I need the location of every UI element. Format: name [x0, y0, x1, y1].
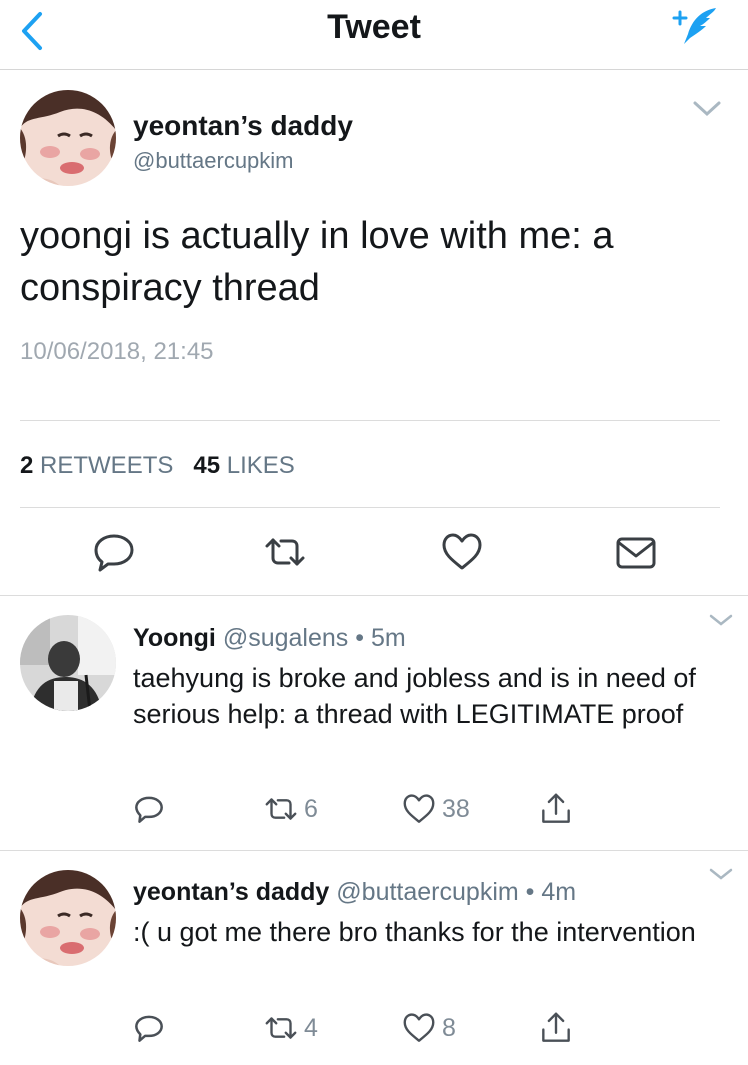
- share-icon[interactable]: [537, 789, 575, 829]
- reply-icon[interactable]: [90, 528, 138, 576]
- reply-time: 5m: [370, 624, 406, 652]
- retweet-count[interactable]: 2: [20, 452, 33, 479]
- retweet-button[interactable]: 6: [262, 789, 318, 829]
- like-icon: [403, 794, 435, 823]
- like-count: 8: [442, 1013, 456, 1042]
- author-name[interactable]: yeontan’s daddy: [133, 878, 329, 906]
- chevron-down-icon[interactable]: [706, 866, 736, 884]
- retweet-icon: [265, 1017, 297, 1039]
- avatar[interactable]: [20, 615, 116, 711]
- divider: [0, 595, 748, 596]
- avatar[interactable]: [20, 90, 116, 186]
- chevron-down-icon[interactable]: [692, 100, 722, 118]
- divider: [20, 507, 720, 508]
- retweet-label[interactable]: RETWEETS: [40, 452, 173, 479]
- compose-tweet-icon[interactable]: [666, 4, 722, 48]
- author-handle[interactable]: @sugalens: [223, 624, 348, 652]
- message-icon[interactable]: [612, 528, 660, 576]
- like-label[interactable]: LIKES: [227, 452, 295, 479]
- avatar[interactable]: [20, 870, 116, 966]
- page-title: Tweet: [327, 8, 421, 46]
- like-icon[interactable]: [438, 528, 486, 576]
- author-handle[interactable]: @buttaercupkim: [133, 148, 294, 174]
- retweet-icon: [265, 798, 297, 820]
- reply-header: Yoongi @sugalens • 5m: [133, 624, 406, 652]
- author-name[interactable]: yeontan’s daddy: [133, 110, 353, 142]
- retweet-count: 4: [304, 1013, 318, 1042]
- reply-text: taehyung is broke and jobless and is in …: [133, 663, 696, 729]
- retweet-button[interactable]: 4: [262, 1008, 318, 1048]
- reply-text: :( u got me there bro thanks for the int…: [133, 917, 696, 947]
- reply-header: yeontan’s daddy @buttaercupkim • 4m: [133, 878, 577, 906]
- retweet-count: 6: [304, 794, 318, 823]
- share-icon[interactable]: [537, 1008, 575, 1048]
- like-button[interactable]: 38: [400, 789, 470, 829]
- chevron-down-icon[interactable]: [706, 612, 736, 630]
- author-handle[interactable]: @buttaercupkim: [336, 878, 518, 906]
- like-count: 38: [442, 794, 470, 823]
- tweet-timestamp: 10/06/2018, 21:45: [20, 338, 214, 365]
- reply-icon[interactable]: [130, 789, 168, 829]
- engagement-stats: 2 RETWEETS 45 LIKES: [20, 452, 295, 480]
- divider: [0, 850, 748, 851]
- retweet-icon[interactable]: [261, 528, 309, 576]
- reply-icon[interactable]: [130, 1008, 168, 1048]
- like-count[interactable]: 45: [193, 452, 220, 479]
- divider: [20, 420, 720, 421]
- author-name[interactable]: Yoongi: [133, 624, 216, 652]
- like-icon: [403, 1013, 435, 1042]
- reply-time: 4m: [541, 878, 577, 906]
- tweet-text: yoongi is actually in love with me: a co…: [20, 215, 614, 309]
- like-button[interactable]: 8: [400, 1008, 456, 1048]
